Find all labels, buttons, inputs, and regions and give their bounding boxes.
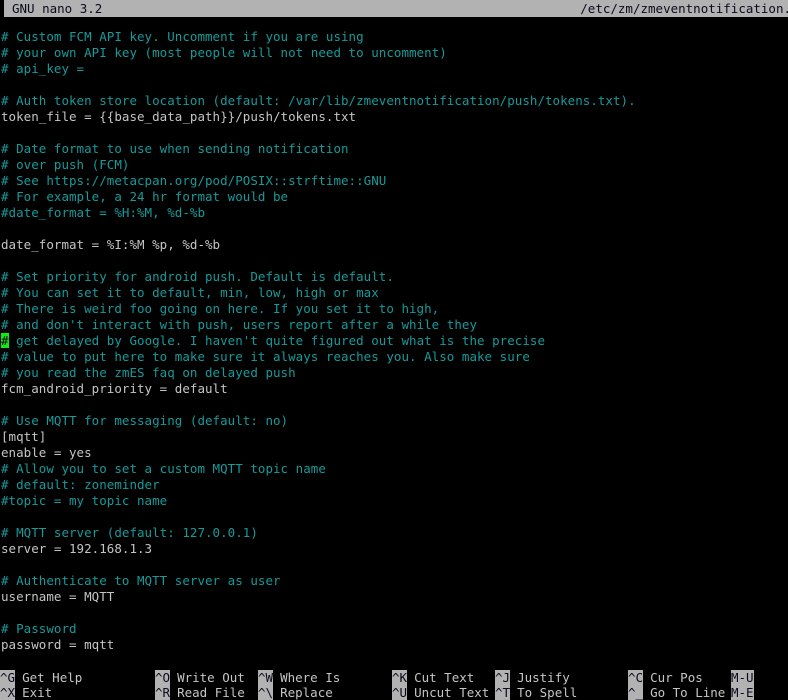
editor-line[interactable]: # Use MQTT for messaging (default: no) <box>0 413 788 429</box>
shortcut-row-secondary: ^X Exit ^R Read File ^\ Replace ^U Uncut Text ^T… <box>0 685 788 700</box>
shortcut-item[interactable]: ^O Write Out <box>155 670 245 685</box>
editor-line[interactable]: # MQTT server (default: 127.0.0.1) <box>0 525 788 541</box>
editor-line[interactable]: #date_format = %H:%M, %d-%b <box>0 205 788 221</box>
editor-line[interactable]: password = mqtt <box>0 637 788 653</box>
shortcut-label: Where Is <box>280 670 341 685</box>
shortcut-row-primary: ^G Get Help ^O Write Out ^W Where Is ^K Cut Tex… <box>0 670 788 685</box>
editor-line[interactable]: # Allow you to set a custom MQTT topic n… <box>0 461 788 477</box>
terminal-screen: GNU nano 3.2 /etc/zm/zmeventnotification… <box>0 0 788 700</box>
editor-line[interactable] <box>0 509 788 525</box>
shortcut-key: ^O <box>155 670 171 685</box>
shortcut-item[interactable]: ^G Get Help <box>0 670 82 685</box>
editor-line[interactable]: # api_key = <box>0 61 788 77</box>
shortcut-label: Replace <box>280 685 333 700</box>
editor-line[interactable]: # over push (FCM) <box>0 157 788 173</box>
shortcut-key: ^X <box>0 685 16 700</box>
nano-version-label: GNU nano 3.2 <box>12 1 103 16</box>
shortcut-item[interactable]: M-E <box>731 685 761 700</box>
shortcut-key: ^U <box>392 685 408 700</box>
shortcut-key: ^T <box>495 685 511 700</box>
editor-line[interactable]: # Custom FCM API key. Uncomment if you a… <box>0 29 788 45</box>
editor-line[interactable]: #topic = my topic name <box>0 493 788 509</box>
editor-line[interactable]: # default: zoneminder <box>0 477 788 493</box>
shortcut-label: Cur Pos <box>650 670 703 685</box>
editor-line[interactable]: # value to put here to make sure it alwa… <box>0 349 788 365</box>
shortcut-item[interactable]: ^J Justify <box>495 670 570 685</box>
editor-line[interactable]: # Date format to use when sending notifi… <box>0 141 788 157</box>
shortcut-item[interactable]: ^W Where Is <box>258 670 340 685</box>
editor-line[interactable]: # See https://metacpan.org/pod/POSIX::st… <box>0 173 788 189</box>
editor-line[interactable]: # Password <box>0 621 788 637</box>
editor-line[interactable] <box>0 221 788 237</box>
title-bar-inner: GNU nano 3.2 /etc/zm/zmeventnotification… <box>4 0 788 17</box>
shortcut-item[interactable]: ^_ Go To Line <box>628 685 725 700</box>
editor-line[interactable] <box>0 605 788 621</box>
editor-line[interactable]: # For example, a 24 hr format would be <box>0 189 788 205</box>
editor-line[interactable] <box>0 253 788 269</box>
nano-shortcut-bar: ^G Get Help ^O Write Out ^W Where Is ^K Cut Tex… <box>0 669 788 700</box>
shortcut-key: ^K <box>392 670 408 685</box>
shortcut-key: ^R <box>155 685 171 700</box>
editor-line[interactable] <box>0 557 788 573</box>
editor-line[interactable]: fcm_android_priority = default <box>0 381 788 397</box>
editor-line[interactable]: # your own API key (most people will not… <box>0 45 788 61</box>
editor-line[interactable]: # you read the zmES faq on delayed push <box>0 365 788 381</box>
shortcut-key: ^W <box>258 670 274 685</box>
editor-line[interactable]: # Auth token store location (default: /v… <box>0 93 788 109</box>
editor-line[interactable]: username = MQTT <box>0 589 788 605</box>
shortcut-item[interactable]: ^\ Replace <box>258 685 333 700</box>
shortcut-label: To Spell <box>517 685 578 700</box>
shortcut-key: ^J <box>495 670 511 685</box>
nano-title-bar: GNU nano 3.2 /etc/zm/zmeventnotification… <box>0 0 788 17</box>
editor-line[interactable] <box>0 397 788 413</box>
shortcut-label: Cut Text <box>414 670 475 685</box>
shortcut-key: ^G <box>0 670 16 685</box>
shortcut-key: ^C <box>628 670 644 685</box>
shortcut-item[interactable]: ^U Uncut Text <box>392 685 489 700</box>
shortcut-key: M-U <box>731 670 754 685</box>
editor-line[interactable]: server = 192.168.1.3 <box>0 541 788 557</box>
shortcut-label: Write Out <box>177 670 245 685</box>
shortcut-label: Justify <box>517 670 570 685</box>
editor-line[interactable] <box>0 77 788 93</box>
editor-line[interactable]: # You can set it to default, min, low, h… <box>0 285 788 301</box>
shortcut-item[interactable]: ^R Read File <box>155 685 245 700</box>
shortcut-item[interactable]: M-U <box>731 670 761 685</box>
text-cursor: # <box>1 333 9 348</box>
editor-line[interactable]: enable = yes <box>0 445 788 461</box>
shortcut-label: Uncut Text <box>414 685 490 700</box>
shortcut-item[interactable]: ^T To Spell <box>495 685 577 700</box>
editor-line[interactable]: # get delayed by Google. I haven't quite… <box>0 333 788 349</box>
shortcut-key: ^\ <box>258 685 274 700</box>
shortcut-key: M-E <box>731 685 754 700</box>
editor-line[interactable]: # There is weird foo going on here. If y… <box>0 301 788 317</box>
editor-line[interactable]: token_file = {{base_data_path}}/push/tok… <box>0 109 788 125</box>
editor-line[interactable]: date_format = %I:%M %p, %d-%b <box>0 237 788 253</box>
editor-line[interactable]: # and don't interact with push, users re… <box>0 317 788 333</box>
shortcut-label: Read File <box>177 685 245 700</box>
editor-line[interactable] <box>0 125 788 141</box>
file-path-label: /etc/zm/zmeventnotification. <box>580 1 788 16</box>
shortcut-label: Exit <box>22 685 53 700</box>
shortcut-item[interactable]: ^X Exit <box>0 685 52 700</box>
editor-line[interactable]: [mqtt] <box>0 429 788 445</box>
shortcut-item[interactable]: ^C Cur Pos <box>628 670 703 685</box>
editor-line[interactable]: # Set priority for android push. Default… <box>0 269 788 285</box>
editor-line[interactable]: # Authenticate to MQTT server as user <box>0 573 788 589</box>
shortcut-label: Get Help <box>22 670 83 685</box>
shortcut-key: ^_ <box>628 685 644 700</box>
editor-text-area[interactable]: # Custom FCM API key. Uncomment if you a… <box>0 29 788 669</box>
shortcut-item[interactable]: ^K Cut Text <box>392 670 474 685</box>
shortcut-label: Go To Line <box>650 685 726 700</box>
